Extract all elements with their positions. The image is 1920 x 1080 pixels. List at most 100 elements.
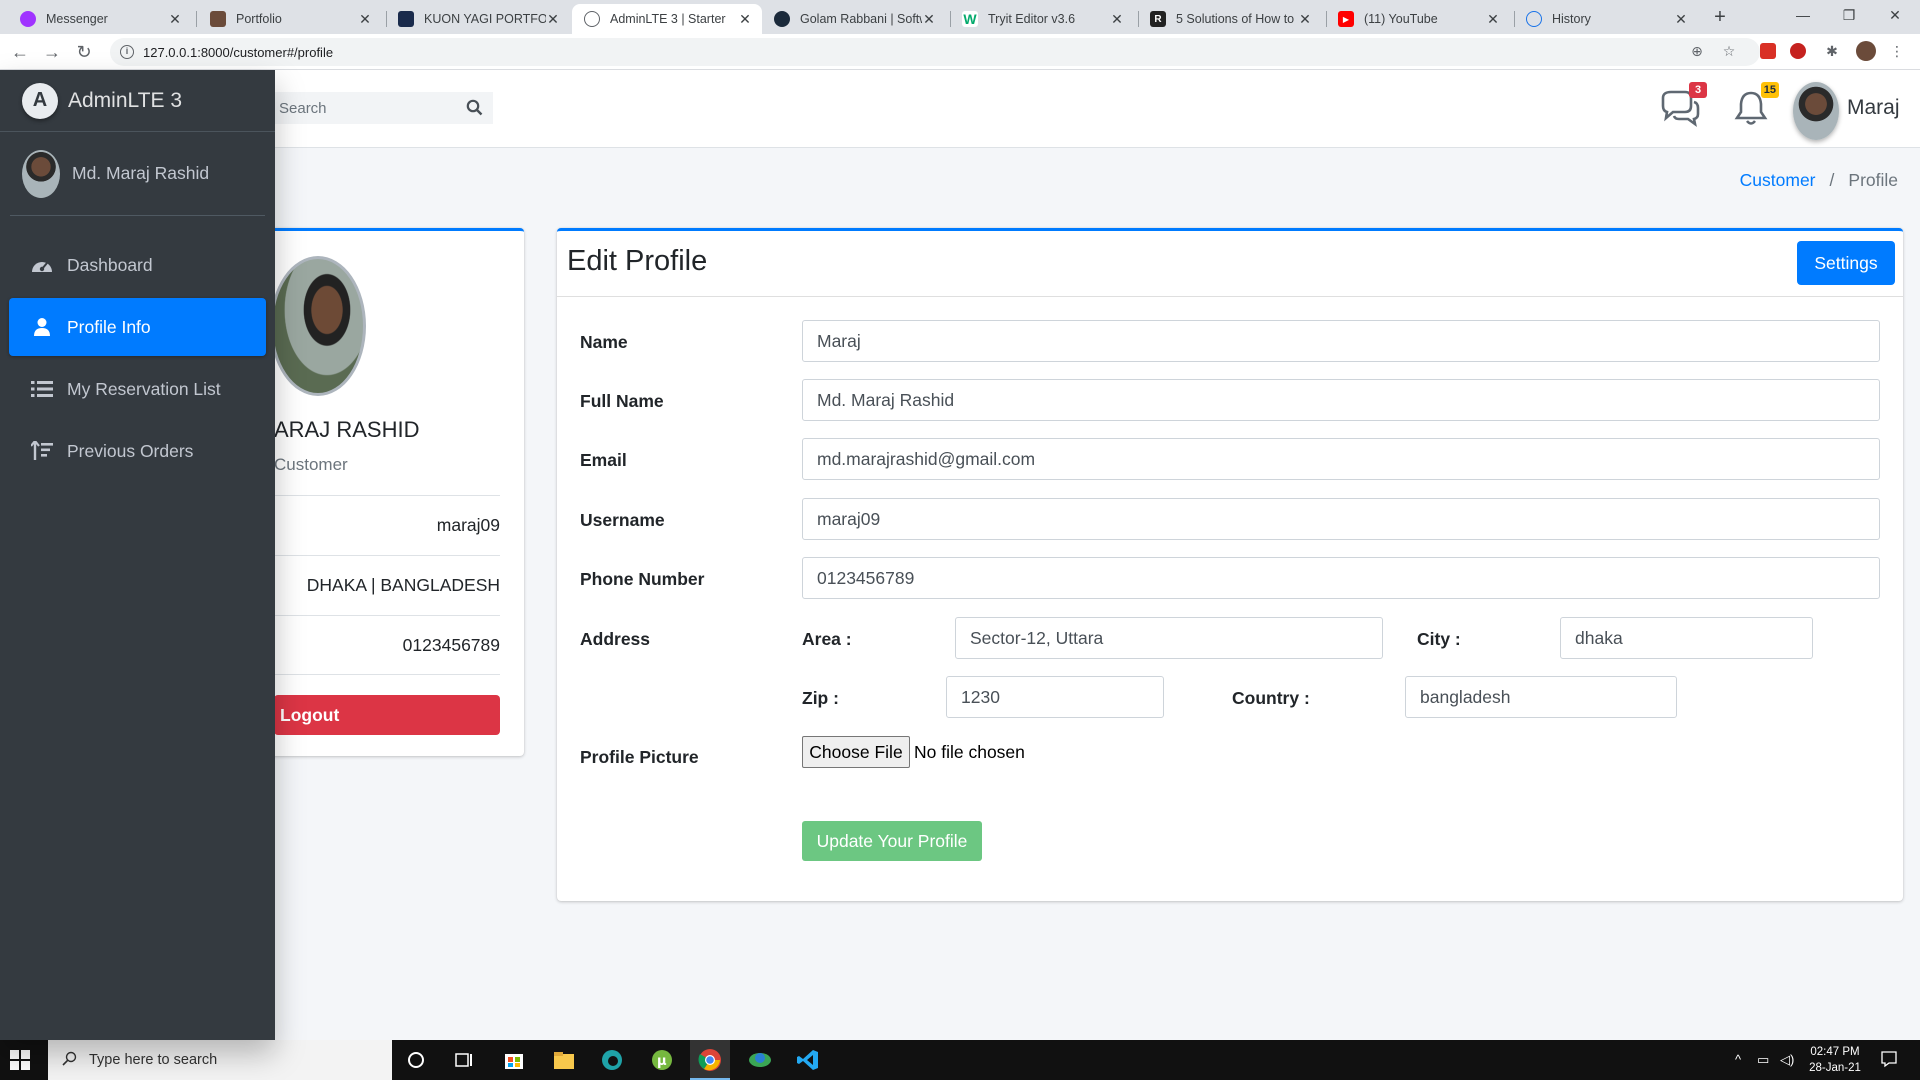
close-icon[interactable]: ✕	[738, 11, 752, 28]
new-tab-button[interactable]: +	[1708, 6, 1732, 30]
city-field[interactable]	[1560, 617, 1813, 659]
extension-pdf-icon[interactable]	[1760, 43, 1776, 59]
list-item: maraj09	[274, 495, 500, 555]
sidebar-item-reservation-list[interactable]: My Reservation List	[9, 360, 266, 418]
chrome-icon[interactable]	[698, 1048, 722, 1072]
extensions-puzzle-icon[interactable]: ✱	[1823, 42, 1841, 60]
utorrent-icon[interactable]: μ	[650, 1048, 674, 1072]
tab-kuon-yagi[interactable]: KUON YAGI PORTFOLIO ✕	[386, 4, 570, 34]
menu-kebab-icon[interactable]: ⋮	[1888, 42, 1906, 60]
tab-tryit-editor[interactable]: W Tryit Editor v3.6 ✕	[950, 4, 1134, 34]
address-bar[interactable]: i 127.0.0.1:8000/customer#/profile	[110, 38, 1760, 66]
close-icon[interactable]: ✕	[546, 11, 560, 28]
close-icon[interactable]: ✕	[1486, 11, 1500, 28]
email-field[interactable]	[802, 438, 1880, 480]
tab-portfolio[interactable]: Portfolio ✕	[198, 4, 382, 34]
network-icon[interactable]: ▭	[1757, 1052, 1769, 1068]
sidebar-item-previous-orders[interactable]: Previous Orders	[9, 422, 266, 480]
tab-title: Golam Rabbani | Softw	[800, 12, 922, 26]
logout-button[interactable]: Logout	[274, 695, 500, 735]
tab-golam-rabbani[interactable]: Golam Rabbani | Softw ✕	[762, 4, 946, 34]
minimize-button[interactable]: —	[1780, 0, 1826, 30]
profile-picture-label: Profile Picture	[580, 747, 699, 767]
messages-button[interactable]: 3	[1659, 82, 1707, 132]
windows-taskbar: Type here to search μ ^ ▭ ◁) 02:47 PM 28…	[0, 1040, 1920, 1080]
profile-phone: 0123456789	[402, 634, 500, 655]
taskbar-clock[interactable]: 02:47 PM 28-Jan-21	[1800, 1044, 1870, 1076]
brand-link[interactable]: A AdminLTE 3	[0, 70, 275, 132]
app-icon[interactable]	[748, 1048, 772, 1072]
vscode-icon[interactable]	[796, 1048, 820, 1072]
profile-location: DHAKA | BANGLADESH	[306, 575, 500, 595]
close-icon[interactable]: ✕	[168, 11, 182, 28]
edit-profile-card: Edit Profile Settings Name Full Name Ema…	[557, 228, 1903, 901]
close-icon[interactable]: ✕	[1674, 11, 1688, 28]
breadcrumb-customer-link[interactable]: Customer	[1740, 170, 1816, 191]
navbar-search[interactable]: Search	[275, 92, 493, 124]
settings-button[interactable]: Settings	[1797, 241, 1895, 285]
store-icon[interactable]	[502, 1048, 526, 1072]
breadcrumb-separator: /	[1829, 170, 1835, 190]
notification-center-icon[interactable]	[1880, 1050, 1898, 1071]
breadcrumb-current: Profile	[1848, 170, 1898, 190]
volume-icon[interactable]: ◁)	[1780, 1052, 1794, 1068]
sidebar-item-dashboard[interactable]: Dashboard	[9, 236, 266, 294]
sidebar-user-name[interactable]: Md. Maraj Rashid	[72, 163, 209, 184]
reload-icon[interactable]: ↻	[72, 40, 96, 64]
navbar-user-name[interactable]: Maraj	[1847, 96, 1900, 120]
close-icon[interactable]: ✕	[1110, 11, 1124, 28]
username-field[interactable]	[802, 498, 1880, 540]
search-input[interactable]: Search	[279, 100, 327, 117]
notifications-badge: 15	[1760, 82, 1779, 98]
choose-file-button[interactable]: Choose File	[802, 736, 910, 768]
site-info-icon[interactable]: i	[120, 45, 134, 59]
update-profile-button[interactable]: Update Your Profile	[802, 821, 982, 861]
tab-title: Portfolio	[236, 12, 282, 26]
zip-label: Zip :	[802, 688, 839, 708]
close-icon[interactable]: ✕	[1298, 11, 1312, 28]
forward-icon[interactable]: →	[40, 40, 64, 64]
profile-details-list: maraj09 DHAKA | BANGLADESH 0123456789	[274, 495, 500, 675]
profile-avatar-icon[interactable]	[1856, 41, 1876, 61]
phone-label: Phone Number	[580, 569, 705, 589]
file-status: No file chosen	[914, 742, 1025, 762]
user-panel[interactable]: Md. Maraj Rashid	[10, 132, 265, 216]
search-icon[interactable]	[466, 99, 483, 120]
zip-field[interactable]	[946, 676, 1164, 718]
tray-chevron-icon[interactable]: ^	[1735, 1052, 1741, 1067]
file-explorer-icon[interactable]	[552, 1048, 576, 1072]
list-item: DHAKA | BANGLADESH	[274, 555, 500, 615]
back-icon[interactable]: ←	[8, 40, 32, 64]
history-icon	[1526, 11, 1542, 27]
area-field[interactable]	[955, 617, 1383, 659]
extension-shield-icon[interactable]	[1790, 43, 1806, 59]
area-label: Area :	[802, 629, 852, 649]
restore-button[interactable]: ❐	[1826, 0, 1872, 30]
sidebar-item-profile-info[interactable]: Profile Info	[9, 298, 266, 356]
windows-start-icon[interactable]	[10, 1050, 30, 1075]
close-window-button[interactable]: ✕	[1872, 0, 1918, 30]
tab-title: History	[1552, 12, 1591, 26]
taskbar-search[interactable]: Type here to search	[48, 1040, 392, 1080]
avatar[interactable]	[1793, 82, 1839, 140]
edge-icon[interactable]	[600, 1048, 624, 1072]
full-name-field[interactable]	[802, 379, 1880, 421]
shield-logo-icon	[774, 11, 790, 27]
tab-solutions[interactable]: R 5 Solutions of How to F ✕	[1138, 4, 1322, 34]
tab-messenger[interactable]: Messenger ✕	[8, 4, 192, 34]
close-icon[interactable]: ✕	[358, 11, 372, 28]
tab-adminlte[interactable]: AdminLTE 3 | Starter ✕	[572, 4, 762, 34]
bookmark-star-icon[interactable]: ☆	[1720, 42, 1738, 60]
task-view-icon[interactable]	[452, 1048, 476, 1072]
tab-history[interactable]: History ✕	[1514, 4, 1698, 34]
briefcase-icon	[210, 11, 226, 27]
zoom-icon[interactable]: ⊕	[1688, 42, 1706, 60]
tab-youtube[interactable]: ▶ (11) YouTube ✕	[1326, 4, 1510, 34]
phone-field[interactable]	[802, 557, 1880, 599]
close-icon[interactable]: ✕	[922, 11, 936, 28]
cortana-icon[interactable]	[404, 1048, 428, 1072]
country-field[interactable]	[1405, 676, 1677, 718]
taskbar-search-input[interactable]: Type here to search	[89, 1052, 217, 1068]
notifications-button[interactable]: 15	[1731, 82, 1779, 132]
name-field[interactable]	[802, 320, 1880, 362]
